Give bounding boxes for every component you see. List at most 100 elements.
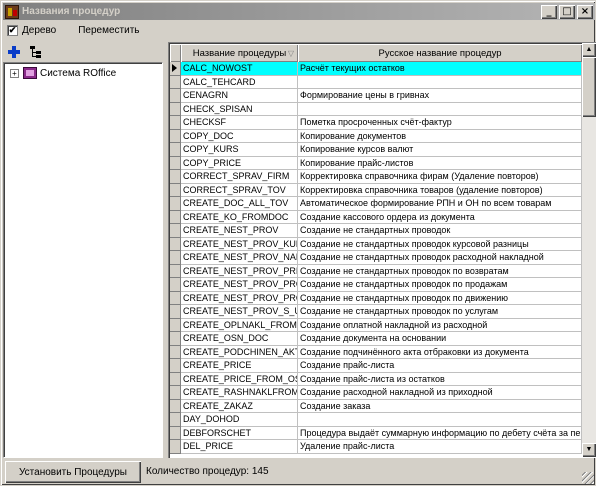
row-indicator[interactable] [170, 291, 181, 305]
row-indicator[interactable] [170, 386, 181, 400]
procedure-name-cell[interactable]: CREATE_PRICE [181, 359, 298, 373]
russian-name-cell[interactable]: Создание кассового ордера из документа [298, 210, 582, 224]
procedure-name-cell[interactable]: CREATE_NEST_PROV_NAKL [181, 251, 298, 265]
minimize-button[interactable]: _ [541, 5, 557, 19]
row-indicator[interactable] [170, 143, 181, 157]
install-procedures-button[interactable]: Установить Процедуры [5, 461, 141, 483]
russian-name-cell[interactable] [298, 102, 582, 116]
resize-grip-icon[interactable] [582, 472, 594, 484]
row-indicator[interactable] [170, 183, 181, 197]
row-indicator[interactable] [170, 170, 181, 184]
vertical-scrollbar[interactable]: ▲ ▼ [582, 43, 596, 457]
table-row[interactable]: CREATE_RASHNAKLFROMPF Создание расходной … [170, 386, 582, 400]
table-row[interactable]: DEBFORSCHET Процедура выдаёт суммарную ин… [170, 426, 582, 440]
table-row[interactable]: CREATE_ZAKAZ Создание заказа [170, 399, 582, 413]
table-row[interactable]: COPY_DOC Копирование документов [170, 129, 582, 143]
table-row[interactable]: COPY_KURS Копирование курсов валют [170, 143, 582, 157]
procedure-name-cell[interactable]: CORRECT_SPRAV_TOV [181, 183, 298, 197]
table-row[interactable]: COPY_PRICE Копирование прайс-листов [170, 156, 582, 170]
column-header-russian[interactable]: Русское название процедур [298, 44, 582, 62]
table-row[interactable]: CREATE_NEST_PROV_PROD Создание не стандар… [170, 291, 582, 305]
russian-name-cell[interactable]: Автоматическое формирование РПН и ОН по … [298, 197, 582, 211]
procedure-name-cell[interactable]: CREATE_PODCHINEN_AKT_F [181, 345, 298, 359]
row-indicator[interactable] [170, 305, 181, 319]
table-row[interactable]: CORRECT_SPRAV_FIRM Корректировка справочн… [170, 170, 582, 184]
row-indicator[interactable] [170, 75, 181, 89]
tree-node-system-roffice[interactable]: + Система ROffice [10, 67, 116, 79]
russian-name-cell[interactable]: Создание не стандартных проводок по услу… [298, 305, 582, 319]
procedure-name-cell[interactable]: COPY_KURS [181, 143, 298, 157]
table-row[interactable]: CORRECT_SPRAV_TOV Корректировка справочни… [170, 183, 582, 197]
russian-name-cell[interactable]: Создание заказа [298, 399, 582, 413]
table-row[interactable]: CALC_NOWOST Расчёт текущих остатков [170, 62, 582, 76]
row-indicator[interactable] [170, 399, 181, 413]
procedure-name-cell[interactable]: CENAGRN [181, 89, 298, 103]
russian-name-cell[interactable]: Копирование документов [298, 129, 582, 143]
russian-name-cell[interactable]: Создание не стандартных проводок [298, 224, 582, 238]
table-row[interactable]: CREATE_NEST_PROV Создание не стандартных … [170, 224, 582, 238]
russian-name-cell[interactable]: Создание прайс-листа [298, 359, 582, 373]
procedure-name-cell[interactable]: COPY_DOC [181, 129, 298, 143]
close-button[interactable]: × [577, 5, 593, 19]
procedure-name-cell[interactable]: CREATE_NEST_PROV_PRIB_ [181, 264, 298, 278]
table-row[interactable]: CENAGRN Формирование цены в гривнах [170, 89, 582, 103]
table-row[interactable]: CREATE_NEST_PROV_NAKL Создание не стандар… [170, 251, 582, 265]
procedure-name-cell[interactable]: CALC_TEHCARD [181, 75, 298, 89]
table-row[interactable]: CHECK_SPISAN [170, 102, 582, 116]
row-indicator[interactable] [170, 359, 181, 373]
russian-name-cell[interactable]: Создание прайс-листа из остатков [298, 372, 582, 386]
procedure-name-cell[interactable]: CREATE_KO_FROMDOC [181, 210, 298, 224]
row-indicator[interactable] [170, 318, 181, 332]
row-indicator[interactable] [170, 413, 181, 427]
russian-name-cell[interactable]: Создание оплатной накладной из расходной [298, 318, 582, 332]
table-row[interactable]: CHECKSF Пометка просроченных счёт-фактур [170, 116, 582, 130]
table-row[interactable]: CREATE_OPLNAKL_FROMRA Создание оплатной н… [170, 318, 582, 332]
table-row[interactable]: CALC_TEHCARD [170, 75, 582, 89]
procedure-name-cell[interactable]: DAY_DOHOD [181, 413, 298, 427]
title-bar[interactable]: Названия процедур _ □ × [3, 3, 595, 20]
row-indicator[interactable] [170, 197, 181, 211]
row-indicator[interactable] [170, 210, 181, 224]
table-row[interactable]: CREATE_DOC_ALL_TOV Автоматическое формиро… [170, 197, 582, 211]
russian-name-cell[interactable]: Создание не стандартных проводок расходн… [298, 251, 582, 265]
russian-name-cell[interactable]: Создание подчинённого акта отбраковки из… [298, 345, 582, 359]
add-node-icon[interactable] [7, 45, 21, 59]
russian-name-cell[interactable]: Создание не стандартных проводок курсово… [298, 237, 582, 251]
row-indicator[interactable] [170, 62, 181, 76]
row-indicator[interactable] [170, 224, 181, 238]
table-row[interactable]: CREATE_NEST_PROV_PRIB_ Создание не станда… [170, 264, 582, 278]
table-row[interactable]: DEL_PRICE Удаление прайс-листа [170, 440, 582, 454]
russian-name-cell[interactable]: Копирование прайс-листов [298, 156, 582, 170]
russian-name-cell[interactable]: Удаление прайс-листа [298, 440, 582, 454]
procedure-name-cell[interactable]: CREATE_NEST_PROV_KURS [181, 237, 298, 251]
procedure-name-cell[interactable]: CREATE_NEST_PROV_PROD [181, 291, 298, 305]
russian-name-cell[interactable]: Расчёт текущих остатков [298, 62, 582, 76]
procedure-name-cell[interactable]: CREATE_NEST_PROV_PROD [181, 278, 298, 292]
procedure-name-cell[interactable]: CREATE_OPLNAKL_FROMRA [181, 318, 298, 332]
russian-name-cell[interactable] [298, 413, 582, 427]
russian-name-cell[interactable]: Создание не стандартных проводок по прод… [298, 278, 582, 292]
procedure-name-cell[interactable]: CREATE_NEST_PROV [181, 224, 298, 238]
panel-splitter[interactable] [165, 42, 167, 458]
row-indicator[interactable] [170, 237, 181, 251]
row-indicator[interactable] [170, 129, 181, 143]
move-button[interactable]: Переместить [78, 25, 139, 36]
scroll-down-icon[interactable]: ▼ [582, 443, 596, 457]
table-row[interactable]: CREATE_OSN_DOC Создание документа на осно… [170, 332, 582, 346]
procedures-grid[interactable]: Название процедуры ▽ Русское название пр… [168, 42, 596, 458]
row-indicator[interactable] [170, 89, 181, 103]
column-header-name[interactable]: Название процедуры ▽ [181, 44, 298, 62]
russian-name-cell[interactable]: Создание расходной накладной из приходно… [298, 386, 582, 400]
table-row[interactable]: CREATE_NEST_PROV_S_USI Создание не станда… [170, 305, 582, 319]
procedure-name-cell[interactable]: CREATE_OSN_DOC [181, 332, 298, 346]
table-row[interactable]: CREATE_KO_FROMDOC Создание кассового орде… [170, 210, 582, 224]
row-indicator[interactable] [170, 264, 181, 278]
row-indicator[interactable] [170, 116, 181, 130]
checkmark-icon[interactable]: ✔ [7, 24, 18, 36]
russian-name-cell[interactable]: Пометка просроченных счёт-фактур [298, 116, 582, 130]
row-indicator[interactable] [170, 102, 181, 116]
row-indicator[interactable] [170, 440, 181, 454]
row-indicator[interactable] [170, 332, 181, 346]
row-indicator[interactable] [170, 156, 181, 170]
tree-structure-icon[interactable] [29, 45, 43, 59]
